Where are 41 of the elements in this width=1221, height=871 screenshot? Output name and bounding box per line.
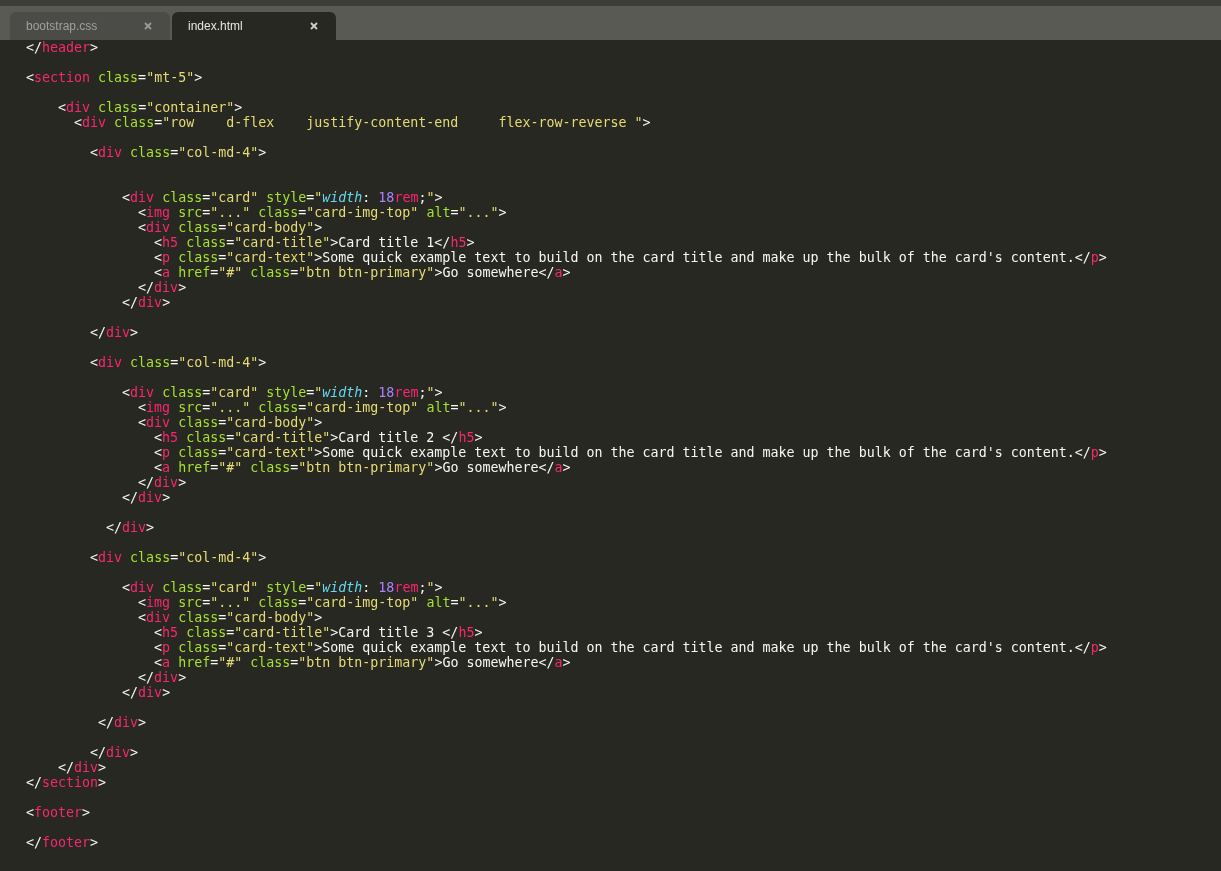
code-line: <div class="col-md-4"> bbox=[89, 145, 267, 160]
code-line: <div class="row d-flex justify-content-end flex-row-reverse "> bbox=[73, 115, 651, 130]
code-line: <div class="card-body"> bbox=[137, 415, 323, 430]
code-line: <div class="card" style="width: 18rem;"> bbox=[121, 580, 443, 595]
file-tab[interactable]: index.html bbox=[172, 12, 336, 40]
code-line: <footer> bbox=[26, 805, 91, 820]
code-line: <div class="card" style="width: 18rem;"> bbox=[121, 190, 443, 205]
code-line: <h5 class="card-title">Card title 1</h5> bbox=[153, 235, 475, 250]
code-line: <img src="..." class="card-img-top" alt="..."> bbox=[137, 595, 507, 610]
code-line: </div> bbox=[137, 475, 187, 490]
code-line: </footer> bbox=[26, 835, 99, 850]
code-line: <p class="card-text">Some quick example text to build on the card title and make up the bulk of the card's content.</p> bbox=[153, 445, 1107, 460]
close-icon[interactable] bbox=[310, 22, 318, 30]
code-line: <a href="#" class="btn btn-primary">Go somewhere</a> bbox=[153, 265, 571, 280]
code-line: <img src="..." class="card-img-top" alt="..."> bbox=[137, 400, 507, 415]
code-line: <div class="container"> bbox=[57, 100, 243, 115]
code-line: </div> bbox=[89, 745, 139, 760]
code-line: <p class="card-text">Some quick example text to build on the card title and make up the bulk of the card's content.</p> bbox=[153, 640, 1107, 655]
code-line: </div> bbox=[105, 520, 155, 535]
code-line: </div> bbox=[121, 295, 171, 310]
code-line: <div class="col-md-4"> bbox=[89, 355, 267, 370]
code-line: </div> bbox=[121, 490, 171, 505]
code-line: </div> bbox=[137, 670, 187, 685]
code-line: </div> bbox=[121, 685, 171, 700]
code-line: <h5 class="card-title">Card title 3 </h5> bbox=[153, 625, 483, 640]
code-line: <div class="card" style="width: 18rem;"> bbox=[121, 385, 443, 400]
code-line: <a href="#" class="btn btn-primary">Go somewhere</a> bbox=[153, 655, 571, 670]
code-line: <h5 class="card-title">Card title 2 </h5> bbox=[153, 430, 483, 445]
code-line: <img src="..." class="card-img-top" alt="..."> bbox=[137, 205, 507, 220]
code-line: <p class="card-text">Some quick example text to build on the card title and make up the bulk of the card's content.</p> bbox=[153, 250, 1107, 265]
code-line: <div class="card-body"> bbox=[137, 610, 323, 625]
code-line: </div> bbox=[137, 280, 187, 295]
code-line: <section class="mt-5"> bbox=[26, 70, 203, 85]
code-line: </div> bbox=[97, 715, 147, 730]
code-line: </div> bbox=[89, 325, 139, 340]
code-line: <div class="card-body"> bbox=[137, 220, 323, 235]
code-line: </header> bbox=[26, 40, 99, 55]
code-line: </section> bbox=[26, 775, 107, 790]
code-line: </div> bbox=[57, 760, 107, 775]
code-line: <div class="col-md-4"> bbox=[89, 550, 267, 565]
code-line: <a href="#" class="btn btn-primary">Go somewhere</a> bbox=[153, 460, 571, 475]
